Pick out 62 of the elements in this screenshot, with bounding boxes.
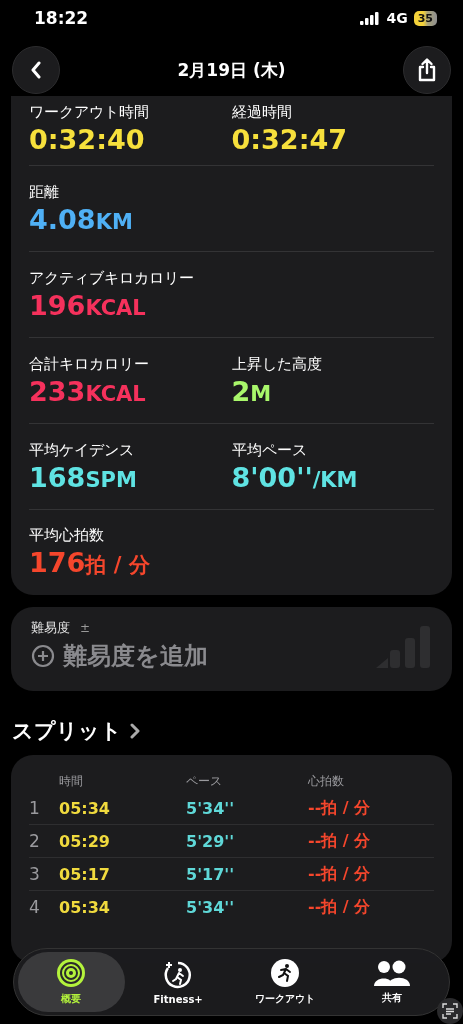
split-pace: 5'17'' <box>186 864 236 884</box>
split-heart-rate: --拍 / 分 <box>308 896 372 918</box>
metric-value: 233KCAL <box>29 375 146 407</box>
battery-indicator: 35 <box>413 10 437 26</box>
metric-value: 8'00''/KM <box>231 461 358 493</box>
split-pace: 5'34'' <box>186 897 236 917</box>
split-number: 1 <box>29 798 41 818</box>
tab[interactable]: ワークアウト <box>231 952 339 1012</box>
metric-value: 176拍 / 分 <box>29 547 150 579</box>
split-heart-rate: --拍 / 分 <box>308 830 372 852</box>
add-difficulty-label: 難易度を追加 <box>63 641 208 672</box>
metric-label: アクティブキロカロリー <box>29 268 194 288</box>
metric-value: 168SPM <box>29 461 137 493</box>
share-button[interactable] <box>403 46 451 94</box>
split-pace: 5'34'' <box>186 798 236 818</box>
metric-label: 平均ペース <box>231 440 307 460</box>
difficulty-label: 難易度 <box>31 619 70 637</box>
metric-label: 合計キロカロリー <box>29 354 149 374</box>
share-icon <box>417 58 437 82</box>
runner-icon <box>269 958 300 988</box>
split-heart-rate: --拍 / 分 <box>308 797 372 819</box>
metric-value: 4.08KM <box>29 203 133 235</box>
split-number: 4 <box>29 897 41 917</box>
column-header: 時間 <box>59 773 84 790</box>
chevron-icon <box>130 723 140 739</box>
split-heart-rate: --拍 / 分 <box>308 863 372 885</box>
metric-value: 0:32:40 <box>29 124 145 155</box>
metric-label: 経過時間 <box>231 103 292 122</box>
column-header: 心拍数 <box>308 773 345 790</box>
people-icon <box>373 959 410 987</box>
split-time: 05:17 <box>59 864 111 884</box>
status-time: 18:22 <box>34 8 89 28</box>
back-button[interactable] <box>12 46 60 94</box>
metric-value: 196KCAL <box>29 289 146 321</box>
timer-runner-icon <box>163 959 194 990</box>
metric-value: 0:32:47 <box>231 124 348 155</box>
split-time: 05:29 <box>59 831 111 851</box>
section-title[interactable]: スプリット <box>12 717 122 745</box>
metric-label: 上昇した高度 <box>231 354 322 374</box>
scan-text-icon[interactable] <box>437 998 463 1024</box>
split-time: 05:34 <box>59 897 111 917</box>
back-icon <box>30 61 42 79</box>
metric-label: 平均ケイデンス <box>29 440 134 460</box>
column-header: ペース <box>186 773 223 790</box>
rings-icon <box>56 958 87 988</box>
page-title: 2月19日 (木) <box>177 58 286 82</box>
split-pace: 5'29'' <box>186 831 236 851</box>
metric-label: 距離 <box>29 182 59 202</box>
tab[interactable]: 共有 <box>338 952 445 1012</box>
signal-icon <box>360 11 381 25</box>
add-icon <box>31 644 55 668</box>
metric-value: 2M <box>231 375 272 407</box>
plus-minus-sign: ± <box>80 621 91 635</box>
difficulty-card[interactable]: 難易度 ± 難易度を追加 <box>11 607 452 691</box>
split-time: 05:34 <box>59 798 111 818</box>
tab[interactable]: Fitness+ <box>124 952 232 1012</box>
metric-label: ワークアウト時間 <box>29 103 149 122</box>
tab[interactable]: 概要 <box>18 952 125 1012</box>
split-number: 3 <box>29 864 41 884</box>
metric-label: 平均心拍数 <box>29 526 104 545</box>
split-number: 2 <box>29 831 41 851</box>
network-label: 4G <box>386 10 408 26</box>
